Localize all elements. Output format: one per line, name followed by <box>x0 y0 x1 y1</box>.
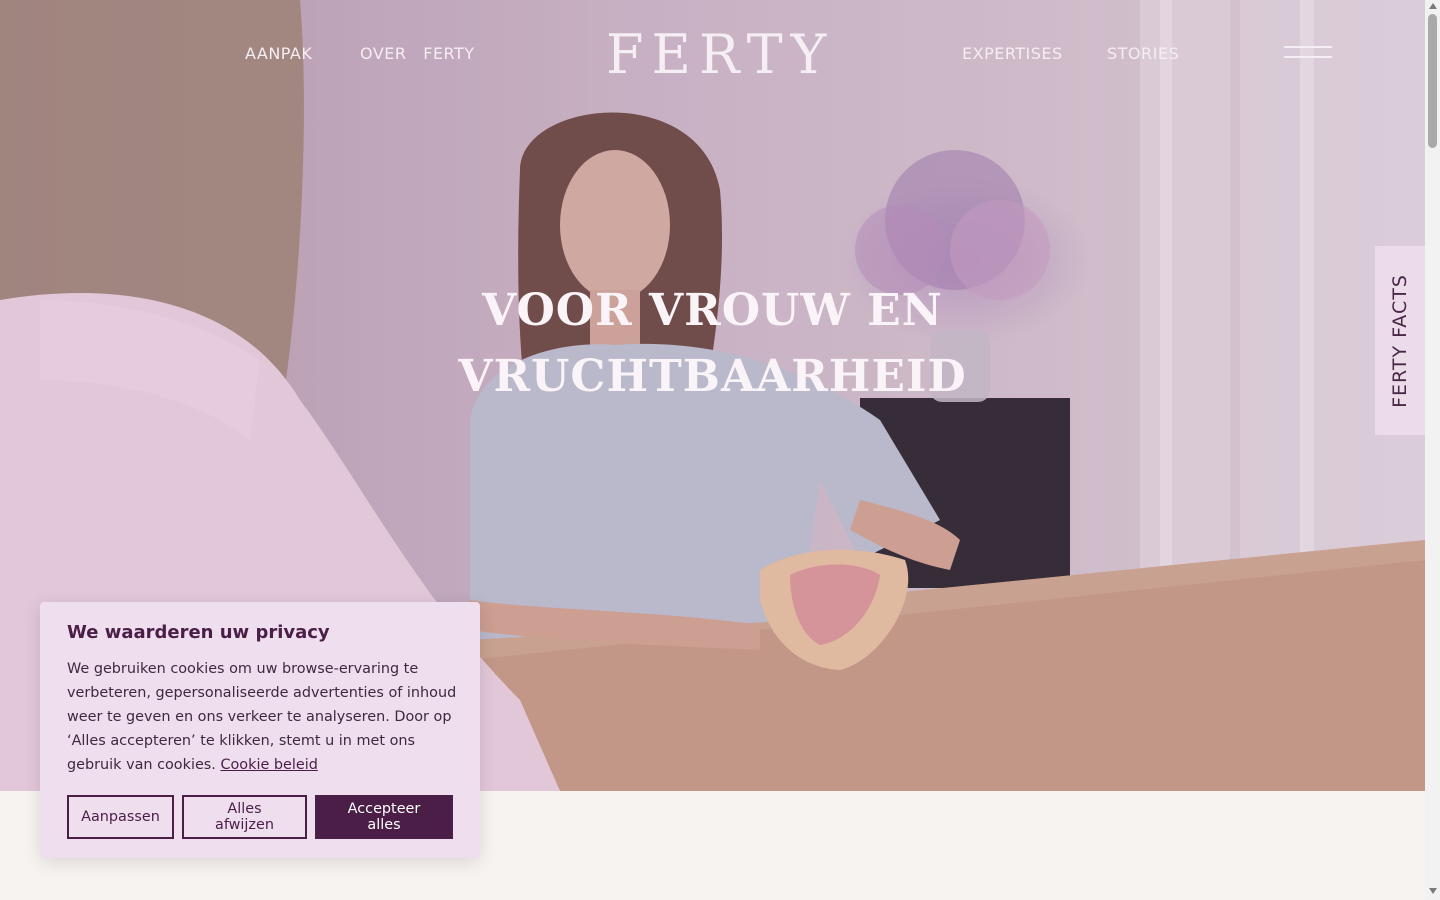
hero-headline: VOOR VROUW EN VRUCHTBAARHEID <box>420 278 1005 410</box>
scroll-thumb[interactable] <box>1428 14 1437 148</box>
nav-aanpak[interactable]: AANPAK <box>245 44 312 63</box>
scroll-up-arrow-icon[interactable] <box>1429 3 1437 9</box>
nav-expertises[interactable]: EXPERTISES <box>962 44 1063 63</box>
cookie-button-row: Aanpassen Alles afwijzen Accepteer alles <box>67 795 453 839</box>
page-scrollbar[interactable] <box>1425 0 1440 900</box>
cookie-policy-link[interactable]: Cookie beleid <box>220 757 317 773</box>
ferty-logo[interactable]: FERTY <box>606 26 826 84</box>
cookie-title: We waarderen uw privacy <box>67 622 330 643</box>
scroll-down-arrow-icon[interactable] <box>1429 888 1437 894</box>
headline-line-2: VRUCHTBAARHEID <box>458 351 967 402</box>
hamburger-icon[interactable] <box>1284 46 1332 64</box>
customize-button[interactable]: Aanpassen <box>67 795 174 839</box>
cookie-consent-panel: We waarderen uw privacy We gebruiken coo… <box>40 602 480 858</box>
accept-all-button[interactable]: Accepteer alles <box>315 795 453 839</box>
ferty-facts-tab[interactable]: FERTY FACTS <box>1375 246 1425 435</box>
headline-line-1: VOOR VROUW EN <box>482 285 943 336</box>
nav-over-ferty[interactable]: OVER FERTY <box>360 44 475 63</box>
reject-all-button[interactable]: Alles afwijzen <box>182 795 307 839</box>
ferty-facts-label: FERTY FACTS <box>1389 273 1412 408</box>
cookie-description: We gebruiken cookies om uw browse-ervari… <box>67 657 459 777</box>
nav-stories[interactable]: STORIES <box>1107 44 1179 63</box>
